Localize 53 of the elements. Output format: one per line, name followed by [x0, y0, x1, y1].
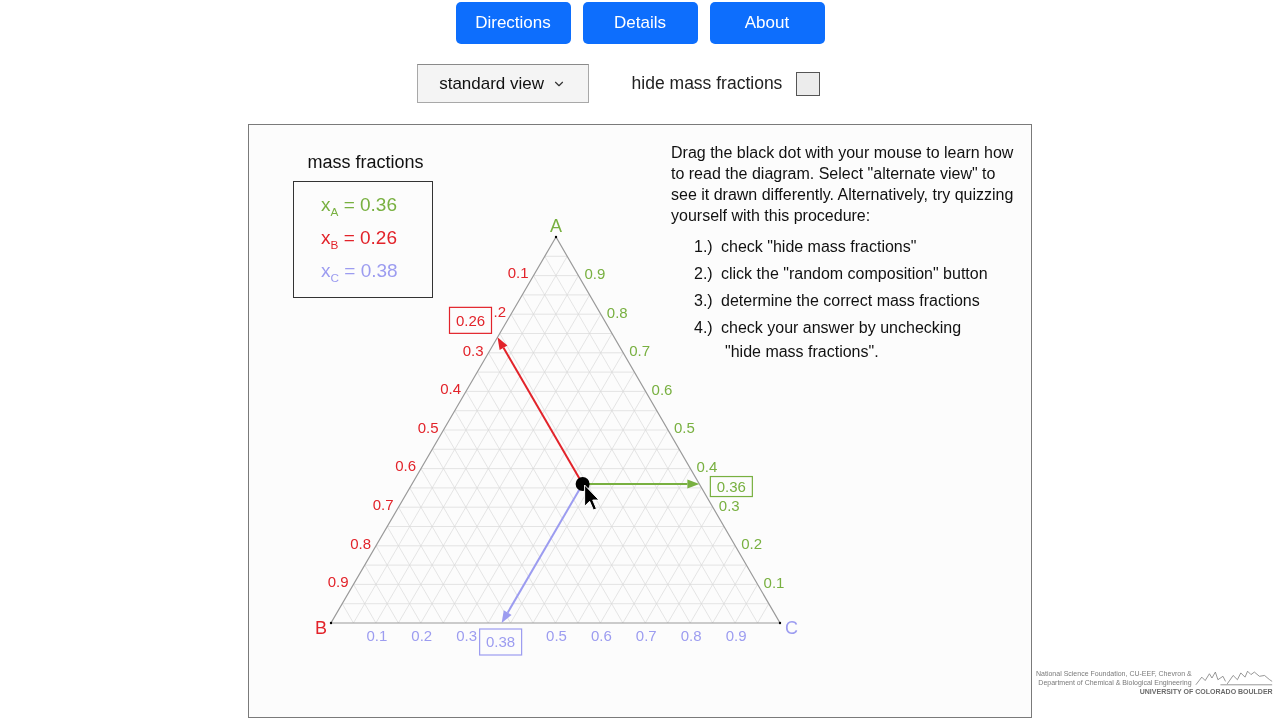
tick-label: 0.9	[725, 627, 747, 645]
tick-label: 0.2	[741, 534, 763, 552]
view-select[interactable]: standard view	[416, 64, 589, 104]
tick-label: 0.6	[651, 380, 673, 398]
step-number: 3.)	[694, 290, 714, 311]
instructions-text: Drag the black dot with your mouse to learn how to read the diagram. Select "alternate view" to see it drawn differently. Alternatively, try quizzing yourself with this procedure:	[671, 142, 1015, 226]
tick-label: 0.4	[440, 379, 461, 397]
mass-fraction-value: x$_{A}$ = 0.36	[321, 192, 398, 218]
step-text: check your answer by unchecking "hide mass fractions".	[721, 317, 963, 362]
readout-value: 0.36	[709, 475, 753, 497]
tick-label: 0.3	[462, 341, 484, 359]
tick-label: 0.6	[395, 457, 416, 475]
mass-fraction-value: x$_{B}$ = 0.26	[321, 225, 398, 251]
tick-label: 0.1	[366, 627, 388, 645]
mass-fraction-value: x$_{C}$ = 0.38	[321, 258, 399, 284]
step-text: determine the correct mass fractions	[721, 290, 981, 311]
tick-label: 0.5	[417, 418, 439, 436]
readout-value: 0.38	[479, 628, 523, 656]
vertex-label: C	[785, 617, 798, 638]
checkbox-label[interactable]: hide mass fractions	[631, 73, 783, 95]
tick-label: 0.9	[327, 572, 349, 590]
step-text: click the "random composition" button	[721, 263, 989, 284]
step-number: 1.)	[694, 236, 714, 257]
tick-label: 0.5	[674, 419, 695, 437]
tick-label: 0.2	[411, 627, 433, 645]
tick-label: 0.1	[507, 264, 529, 282]
readout-value: 0.26	[448, 306, 493, 334]
tick-label: 0.9	[584, 264, 606, 282]
step-text: check "hide mass fractions"	[721, 236, 918, 257]
tick-label: 0.7	[372, 495, 394, 513]
tick-label: 0.3	[456, 627, 478, 645]
tick-label: 0.8	[350, 534, 371, 552]
tick-label: 0.5	[546, 627, 567, 645]
nav-button[interactable]: Details	[582, 2, 698, 44]
vertex-label: B	[315, 617, 327, 638]
nav-button[interactable]: About	[709, 2, 825, 44]
tick-label: 0.8	[680, 627, 702, 645]
vertex-label: A	[550, 215, 562, 236]
mouse-pointer-icon	[584, 484, 600, 511]
tick-label: .2	[493, 302, 506, 320]
tick-label: 0.8	[606, 303, 628, 321]
tick-label: 0.3	[718, 496, 740, 514]
tick-label: 0.6	[590, 627, 612, 645]
tick-label: 0.7	[635, 627, 657, 645]
step-number: 2.)	[694, 263, 714, 284]
nav-button[interactable]: Directions	[455, 2, 571, 44]
tick-label: 0.4	[696, 457, 718, 475]
step-number: 4.)	[694, 317, 714, 338]
tick-label: 0.1	[763, 573, 785, 591]
legend-title: mass fractions	[307, 150, 424, 173]
mountain-logo-icon	[1194, 669, 1273, 687]
checkbox[interactable]	[796, 71, 821, 96]
tick-label: 0.7	[629, 341, 651, 359]
